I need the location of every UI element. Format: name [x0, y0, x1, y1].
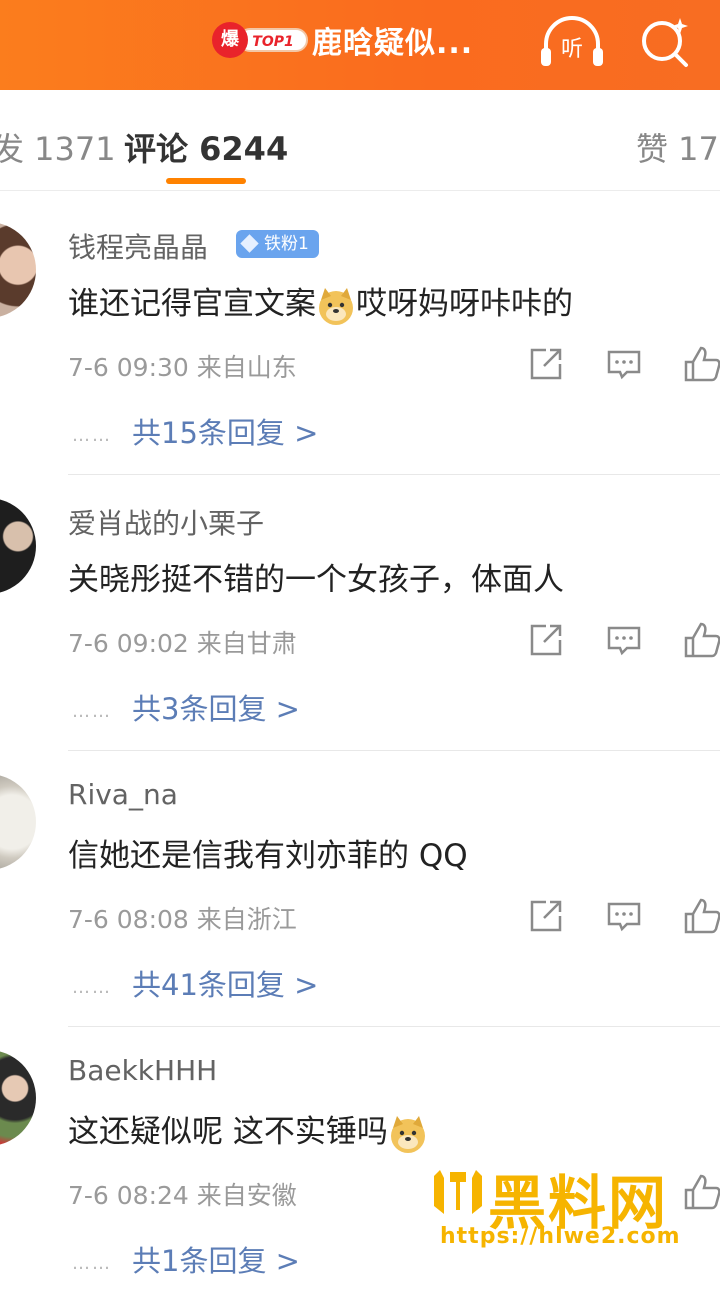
- like-icon[interactable]: [682, 620, 720, 660]
- avatar[interactable]: [0, 1050, 36, 1146]
- fan-badge-label: 铁粉1: [264, 234, 309, 254]
- comment-icon[interactable]: [604, 344, 644, 384]
- replies-dots: ……: [72, 1252, 112, 1274]
- tab-likes[interactable]: 赞 17.: [636, 124, 720, 170]
- hot-rank-label: TOP1: [238, 28, 308, 52]
- page-title[interactable]: 鹿晗疑似...: [312, 18, 473, 62]
- hot-flame-icon: 爆: [212, 22, 248, 58]
- tab-comments[interactable]: 评论 6244: [124, 124, 288, 170]
- diamond-icon: [240, 234, 259, 253]
- comment-text-part: 谁还记得官宣文案: [68, 286, 316, 322]
- comment-icon[interactable]: [604, 620, 644, 660]
- like-icon[interactable]: [682, 896, 720, 936]
- like-icon[interactable]: [682, 344, 720, 384]
- replies-count: 共3条回复 >: [132, 692, 300, 726]
- replies-link[interactable]: …… 共15条回复 >: [72, 410, 318, 452]
- top-bar: TOP1 爆 鹿晗疑似... 听: [0, 0, 720, 90]
- replies-link[interactable]: …… 共3条回复 >: [72, 686, 300, 728]
- watermark-logo-icon: [434, 1170, 482, 1214]
- repost-icon[interactable]: [526, 620, 566, 660]
- comment-username[interactable]: 钱程亮晶晶: [68, 226, 208, 266]
- comment-meta: 7-6 09:30 来自山东: [68, 353, 297, 382]
- fan-badge[interactable]: 铁粉1: [236, 230, 319, 258]
- comment-meta: 7-6 08:08 来自浙江: [68, 905, 297, 934]
- comment-username[interactable]: BaekkHHH: [68, 1054, 217, 1087]
- comment-item: 钱程亮晶晶 铁粉1 谁还记得官宣文案 哎呀妈呀咔咔的 7-6 09:30 来自山东…: [0, 198, 720, 474]
- replies-link[interactable]: …… 共41条回复 >: [72, 962, 318, 1004]
- tab-bar: 发 1371 评论 6244 赞 17.: [0, 90, 720, 191]
- replies-count: 共41条回复 >: [132, 968, 319, 1002]
- doge-emoji-icon: [319, 287, 353, 325]
- repost-icon[interactable]: [526, 344, 566, 384]
- comment-meta: 7-6 08:24 来自安徽: [68, 1181, 297, 1210]
- avatar[interactable]: [0, 498, 36, 594]
- replies-count: 共15条回复 >: [132, 416, 319, 450]
- replies-link[interactable]: …… 共1条回复 >: [72, 1238, 300, 1280]
- watermark-url: https://hlwe2.com: [440, 1224, 681, 1249]
- doge-emoji-icon: [390, 1115, 425, 1153]
- comment-text: 信她还是信我有刘亦菲的 QQ: [68, 838, 468, 874]
- repost-icon[interactable]: [526, 896, 566, 936]
- comment-item: Riva_na 信她还是信我有刘亦菲的 QQ 7-6 08:08 来自浙江 ………: [0, 750, 720, 1026]
- avatar[interactable]: [0, 222, 36, 318]
- search-icon[interactable]: [636, 12, 696, 72]
- comment-text-part: 这还疑似呢 这不实锤吗: [68, 1114, 388, 1150]
- listen-label: 听: [561, 37, 583, 62]
- replies-dots: ……: [72, 700, 112, 722]
- active-tab-indicator: [166, 178, 246, 184]
- watermark: 黑料网 https://hlwe2.com: [430, 1162, 720, 1254]
- replies-dots: ……: [72, 976, 112, 998]
- avatar[interactable]: [0, 774, 36, 870]
- comment-text: 这还疑似呢 这不实锤吗: [68, 1106, 428, 1154]
- hot-rank-badge[interactable]: TOP1 爆: [212, 22, 308, 58]
- comment-text: 关晓彤挺不错的一个女孩子，体面人: [68, 562, 564, 598]
- replies-dots: ……: [72, 424, 112, 446]
- comment-icon[interactable]: [604, 896, 644, 936]
- headphones-icon[interactable]: 听: [538, 14, 606, 74]
- comment-username[interactable]: Riva_na: [68, 778, 178, 811]
- comment-meta: 7-6 09:02 来自甘肃: [68, 629, 297, 658]
- comment-username[interactable]: 爱肖战的小栗子: [68, 502, 264, 542]
- comment-text-part: 哎呀妈呀咔咔的: [356, 286, 573, 322]
- comment-text: 谁还记得官宣文案 哎呀妈呀咔咔的: [68, 278, 573, 326]
- replies-count: 共1条回复 >: [132, 1244, 300, 1278]
- tab-repost[interactable]: 发 1371: [0, 124, 116, 170]
- comment-item: 爱肖战的小栗子 关晓彤挺不错的一个女孩子，体面人 7-6 09:02 来自甘肃 …: [0, 474, 720, 750]
